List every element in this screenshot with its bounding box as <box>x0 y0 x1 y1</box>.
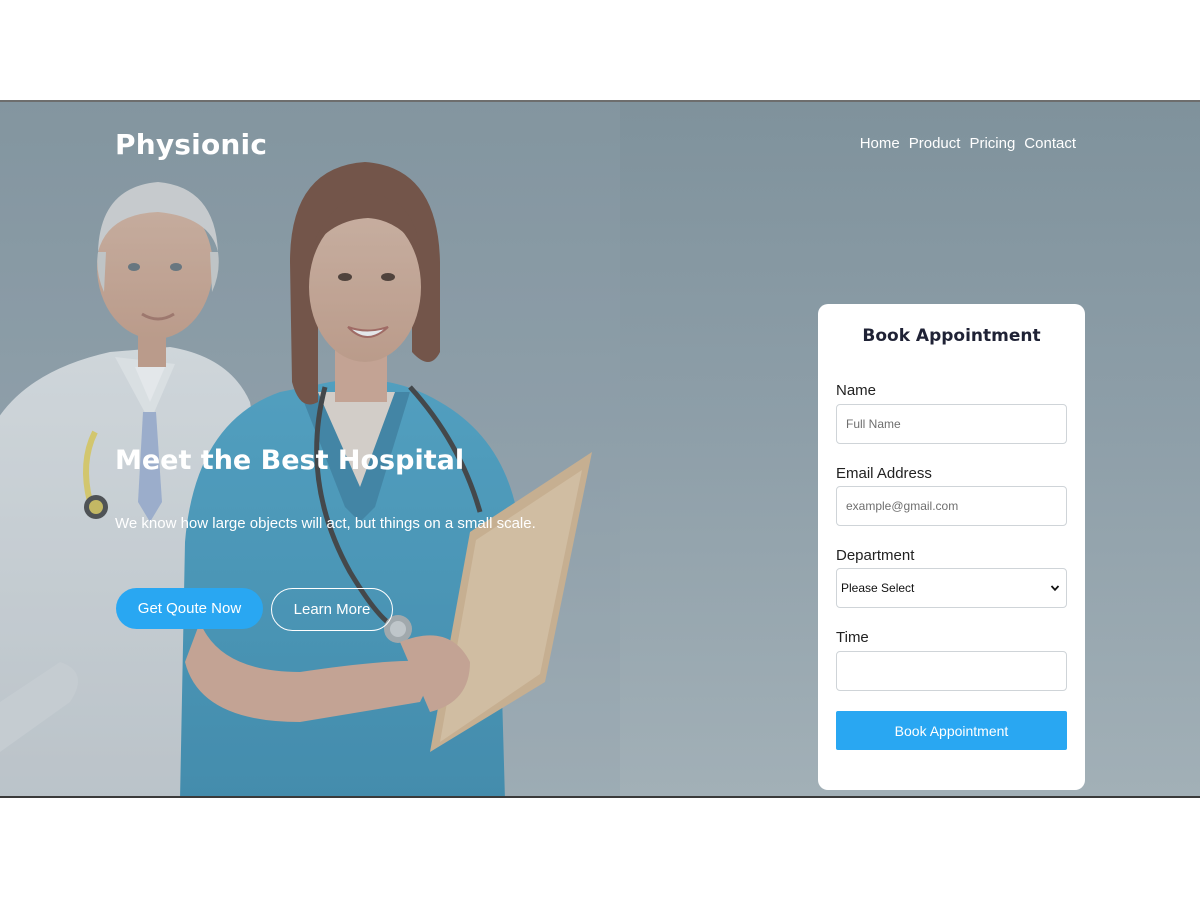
hero-section: Physionic Home Product Pricing Contact M… <box>0 100 1200 798</box>
nav-item-pricing[interactable]: Pricing <box>969 135 1015 152</box>
email-label: Email Address <box>836 465 932 482</box>
appointment-form-card: Book Appointment Name Email Address Depa… <box>818 304 1085 790</box>
email-input[interactable] <box>836 486 1067 526</box>
appointment-form-title: Book Appointment <box>862 326 1041 346</box>
time-input[interactable] <box>836 651 1067 691</box>
brand-logo[interactable]: Physionic <box>115 128 267 161</box>
department-select[interactable]: Please Select <box>836 568 1067 608</box>
department-label: Department <box>836 547 915 564</box>
nav-item-home[interactable]: Home <box>860 135 900 152</box>
chevron-down-icon <box>1050 585 1060 592</box>
nav-item-product[interactable]: Product <box>909 135 961 152</box>
hero-title: Meet the Best Hospital <box>115 445 465 476</box>
book-appointment-button[interactable]: Book Appointment <box>836 711 1067 750</box>
department-selected-value: Please Select <box>841 581 915 595</box>
hero-subtitle: We know how large objects will act, but … <box>115 515 536 532</box>
nav-item-contact[interactable]: Contact <box>1024 135 1076 152</box>
main-nav: Home Product Pricing Contact <box>860 135 1076 152</box>
name-input[interactable] <box>836 404 1067 444</box>
get-quote-button[interactable]: Get Qoute Now <box>116 588 263 629</box>
time-label: Time <box>836 629 869 646</box>
learn-more-button[interactable]: Learn More <box>271 588 393 631</box>
name-label: Name <box>836 382 877 399</box>
